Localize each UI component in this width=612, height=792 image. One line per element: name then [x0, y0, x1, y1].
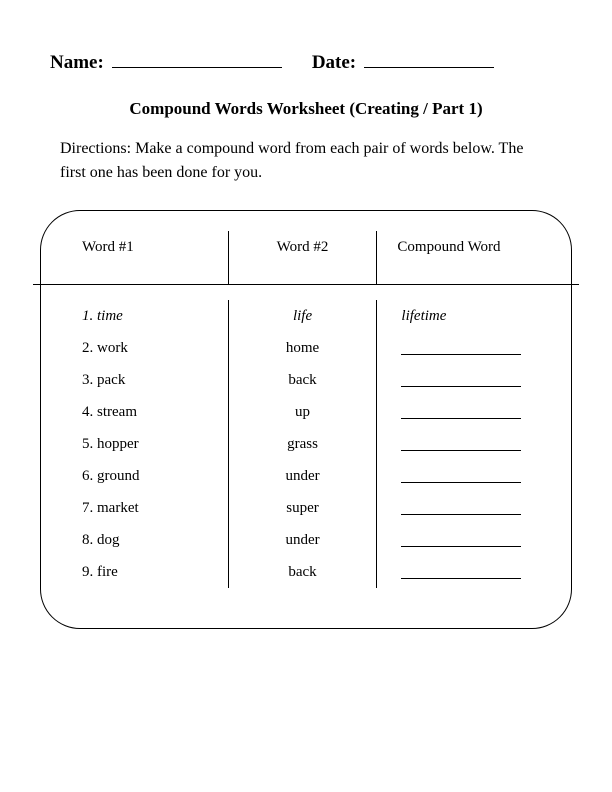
date-field: Date: — [312, 50, 494, 74]
word1-cell: 1. time — [74, 300, 220, 332]
word2-cell: under — [237, 524, 369, 556]
date-label: Date: — [312, 52, 356, 74]
compound-cell — [385, 364, 538, 396]
compound-cell — [385, 524, 538, 556]
word2-cell: life — [237, 300, 369, 332]
word2-cell: home — [237, 332, 369, 364]
name-input-line[interactable] — [112, 50, 282, 68]
header-divider — [33, 284, 579, 285]
word2-cell: under — [237, 460, 369, 492]
word2-cell: super — [237, 492, 369, 524]
word2-cell: grass — [237, 428, 369, 460]
compound-cell — [385, 460, 538, 492]
compound-cell — [385, 428, 538, 460]
word1-cell: 6. ground — [74, 460, 220, 492]
directions-text: Directions: Make a compound word from ea… — [60, 137, 552, 185]
column-header-compound: Compound Word — [385, 231, 538, 284]
word1-cell: 3. pack — [74, 364, 220, 396]
answer-input-line[interactable] — [401, 565, 521, 579]
compound-cell — [385, 396, 538, 428]
word1-cell: 7. market — [74, 492, 220, 524]
answer-input-line[interactable] — [401, 533, 521, 547]
name-label: Name: — [50, 52, 104, 74]
answer-input-line[interactable] — [401, 469, 521, 483]
compound-cell: lifetime — [385, 300, 538, 332]
word2-cell: back — [237, 364, 369, 396]
column-header-word1: Word #1 — [74, 231, 220, 284]
word1-cell: 2. work — [74, 332, 220, 364]
word2-cell: up — [237, 396, 369, 428]
worksheet-title: Compound Words Worksheet (Creating / Par… — [50, 99, 562, 119]
compound-cell — [385, 556, 538, 588]
word1-cell: 8. dog — [74, 524, 220, 556]
date-input-line[interactable] — [364, 50, 494, 68]
column-header-word2: Word #2 — [237, 231, 369, 284]
answer-input-line[interactable] — [401, 405, 521, 419]
header-row: Name: Date: — [50, 50, 562, 74]
word1-cell: 4. stream — [74, 396, 220, 428]
worksheet-table: Word #1 Word #2 Compound Word 1. time2. … — [40, 210, 572, 629]
name-field: Name: — [50, 50, 282, 74]
word1-cell: 9. fire — [74, 556, 220, 588]
answer-input-line[interactable] — [401, 501, 521, 515]
answer-input-line[interactable] — [401, 341, 521, 355]
compound-cell — [385, 492, 538, 524]
word1-cell: 5. hopper — [74, 428, 220, 460]
answer-input-line[interactable] — [401, 373, 521, 387]
answer-input-line[interactable] — [401, 437, 521, 451]
compound-cell — [385, 332, 538, 364]
word2-cell: back — [237, 556, 369, 588]
